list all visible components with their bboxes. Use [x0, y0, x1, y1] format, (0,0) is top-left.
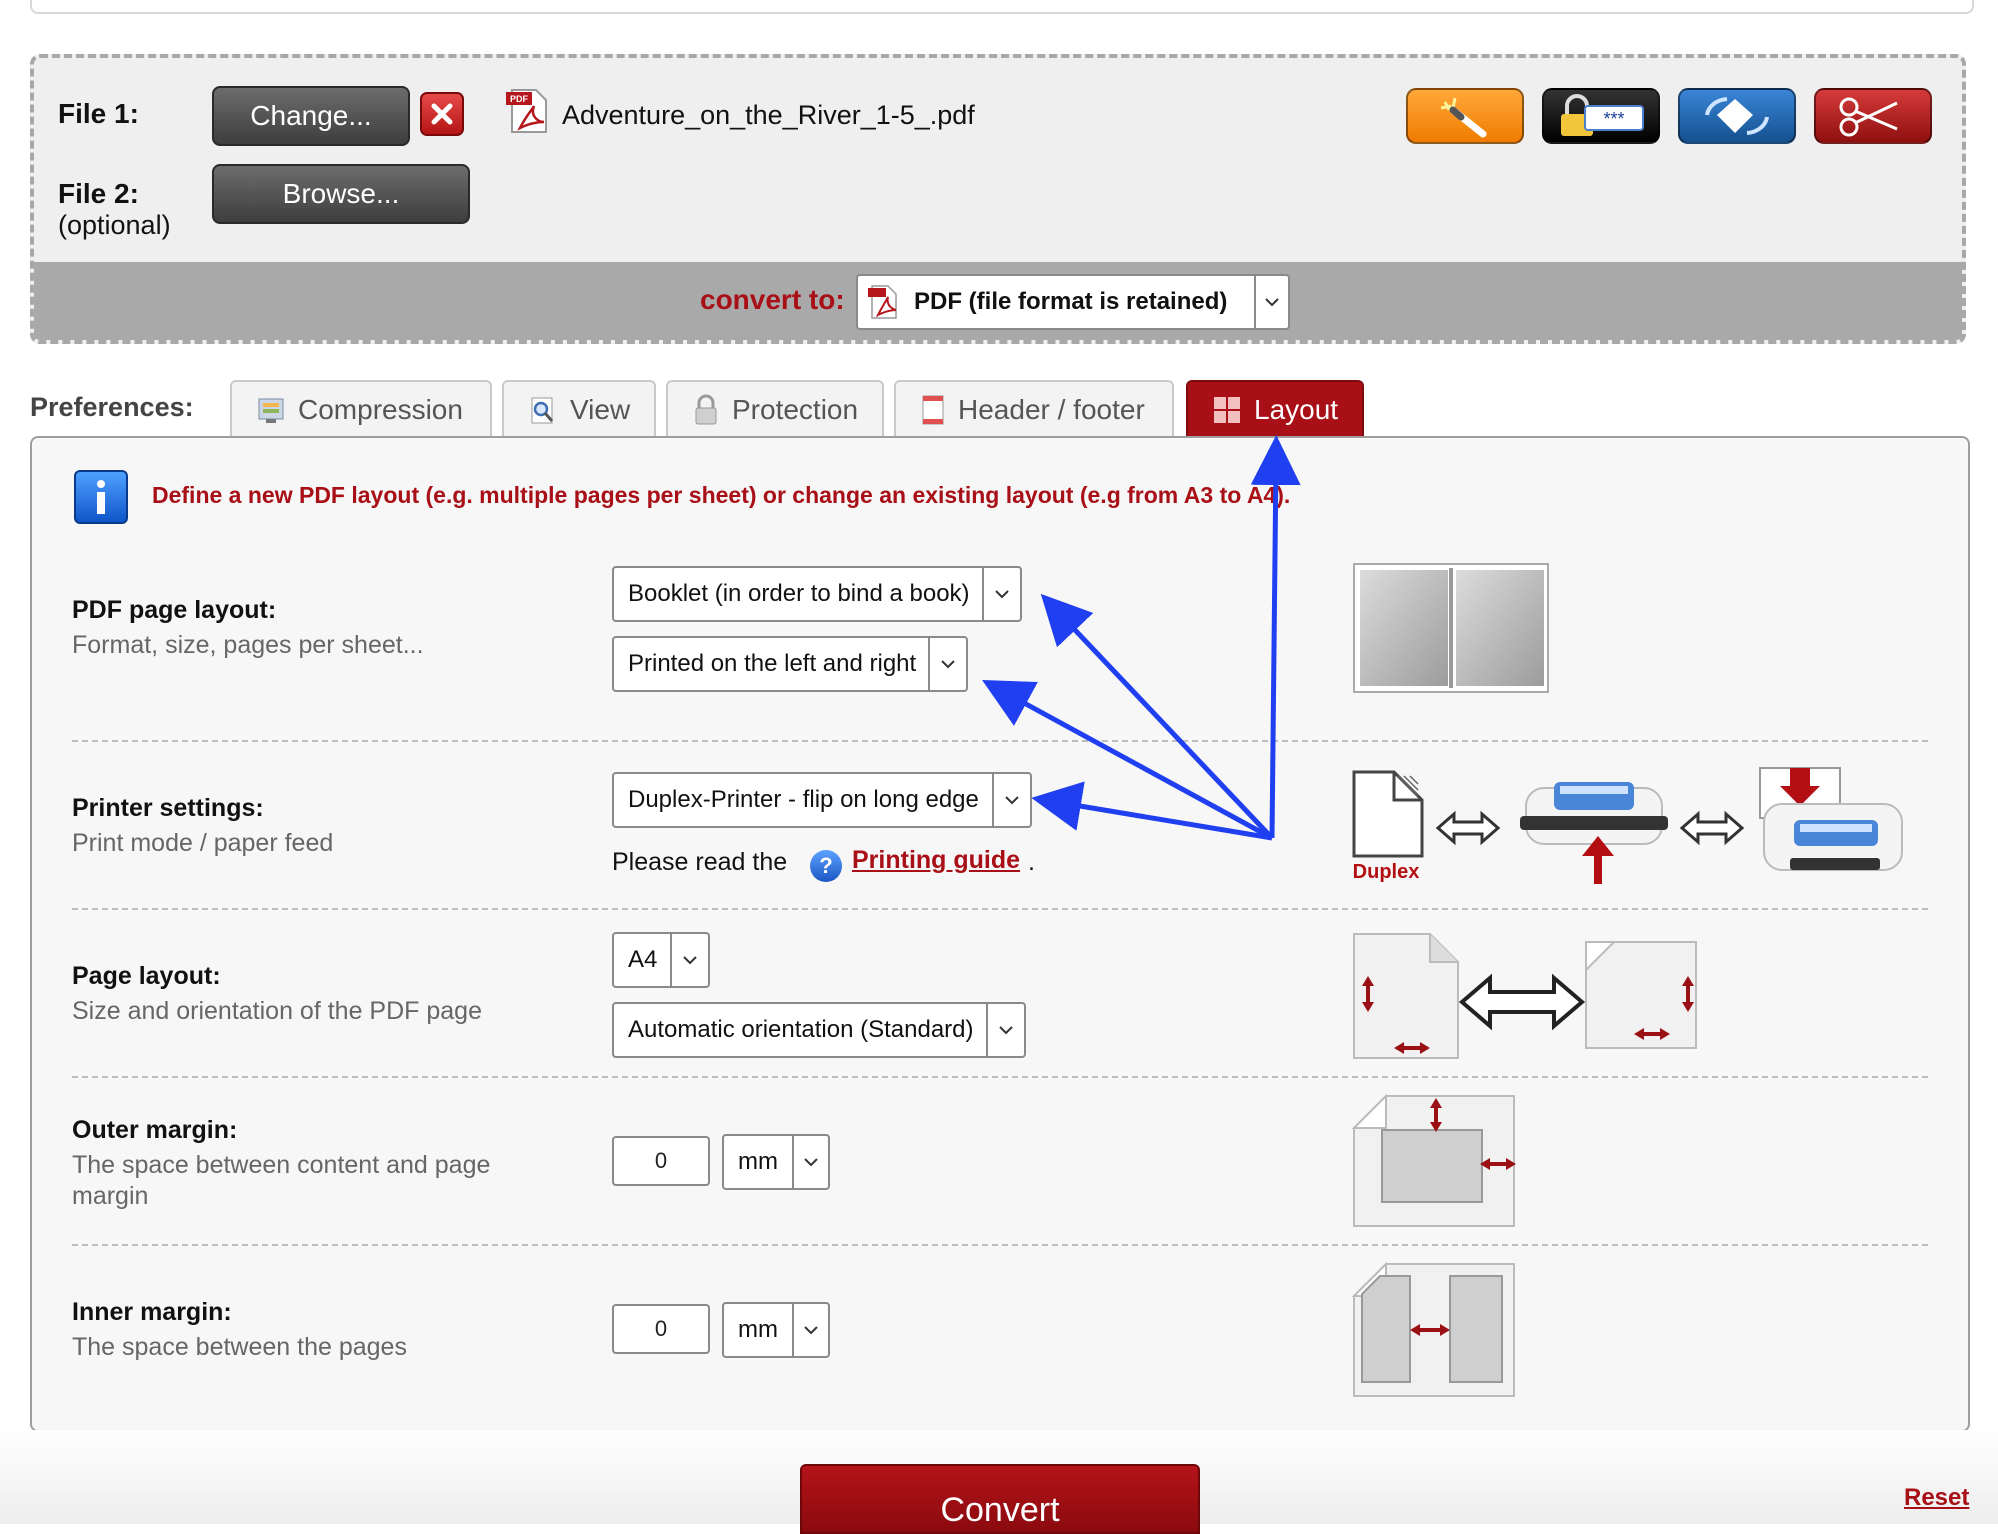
annotation-arrows [982, 435, 1301, 841]
reset-link[interactable]: Reset [1904, 1484, 1969, 1512]
annotation-arrow-layout-select [1040, 593, 1274, 840]
annotation-arrow-layout-tab [1250, 435, 1301, 839]
